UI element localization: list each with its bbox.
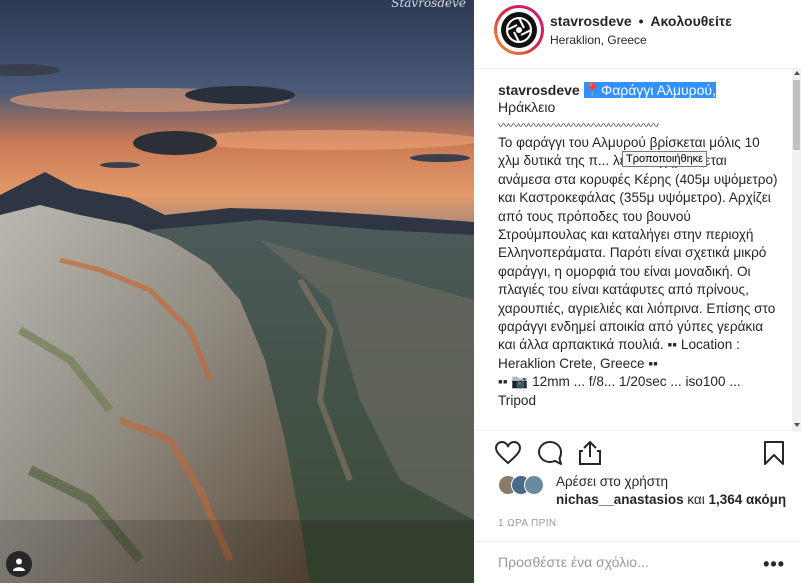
edited-tooltip: Τροποποιήθηκε xyxy=(622,151,708,167)
like-button[interactable] xyxy=(494,439,522,467)
landscape-image xyxy=(0,0,474,583)
camera-aperture-icon xyxy=(501,12,537,48)
comment-icon xyxy=(538,441,562,465)
post-photo[interactable]: Stavrosdeve xyxy=(0,0,474,583)
caption-divider: 〰〰〰〰〰〰〰〰〰〰〰〰〰〰〰〰 xyxy=(498,120,659,132)
caption-scrollbar[interactable] xyxy=(792,68,801,430)
share-icon xyxy=(579,441,601,465)
post-header: stavrosdeve • Ακολουθείτε Heraklion, Gre… xyxy=(474,0,801,69)
scroll-thumb[interactable] xyxy=(793,80,800,150)
location-link[interactable]: Heraklion, Greece xyxy=(550,33,647,47)
share-button[interactable] xyxy=(576,439,604,467)
tagged-user-icon[interactable] xyxy=(6,551,32,577)
pin-icon: 📍 xyxy=(583,82,602,98)
action-bar xyxy=(474,430,801,473)
more-options-button[interactable]: ••• xyxy=(763,554,785,575)
caption-body: Το φαράγγι του Αλμυρού βρίσκεται μόλις 1… xyxy=(498,135,778,408)
caption-header: stavrosdeve 📍Φαράγγι Αλμυρού, xyxy=(498,81,716,99)
username-link[interactable]: stavrosdeve xyxy=(550,13,632,29)
save-button[interactable] xyxy=(760,439,788,467)
caption-scroll-area[interactable]: stavrosdeve 📍Φαράγγι Αλμυρού, Ηράκλειο 〰… xyxy=(474,68,792,430)
comment-button[interactable] xyxy=(536,439,564,467)
comment-box: ••• xyxy=(474,541,801,584)
following-button[interactable]: Ακολουθείτε xyxy=(650,13,731,29)
likes-section: Αρέσει στο χρήστη nichas__anastasios και… xyxy=(498,472,798,512)
scroll-down-arrow-icon[interactable] xyxy=(794,423,800,427)
photo-watermark: Stavrosdeve xyxy=(391,0,466,10)
comment-input[interactable] xyxy=(498,554,738,570)
and-text: και xyxy=(683,492,709,507)
bookmark-icon xyxy=(764,441,784,465)
liked-by-names: nichas__anastasios και 1,364 ακόμη xyxy=(556,492,786,507)
heart-icon xyxy=(495,441,521,465)
caption-title: 📍Φαράγγι Αλμυρού, xyxy=(583,82,716,98)
scroll-up-arrow-icon[interactable] xyxy=(794,71,800,75)
liker-username-link[interactable]: nichas__anastasios xyxy=(556,492,684,507)
liker-avatar xyxy=(524,475,544,495)
liked-by-label: Αρέσει στο χρήστη xyxy=(556,474,668,489)
liker-avatars[interactable] xyxy=(498,475,548,495)
likes-count-link[interactable]: 1,364 ακόμη xyxy=(708,492,786,507)
avatar[interactable] xyxy=(494,5,544,55)
caption-city: Ηράκλειο xyxy=(498,99,556,115)
caption-author-link[interactable]: stavrosdeve xyxy=(498,82,580,98)
post-timestamp[interactable]: 1 ΩΡΑ ΠΡΙΝ xyxy=(498,518,557,529)
post-details-panel: stavrosdeve • Ακολουθείτε Heraklion, Gre… xyxy=(474,0,801,583)
separator-dot: • xyxy=(638,13,644,29)
